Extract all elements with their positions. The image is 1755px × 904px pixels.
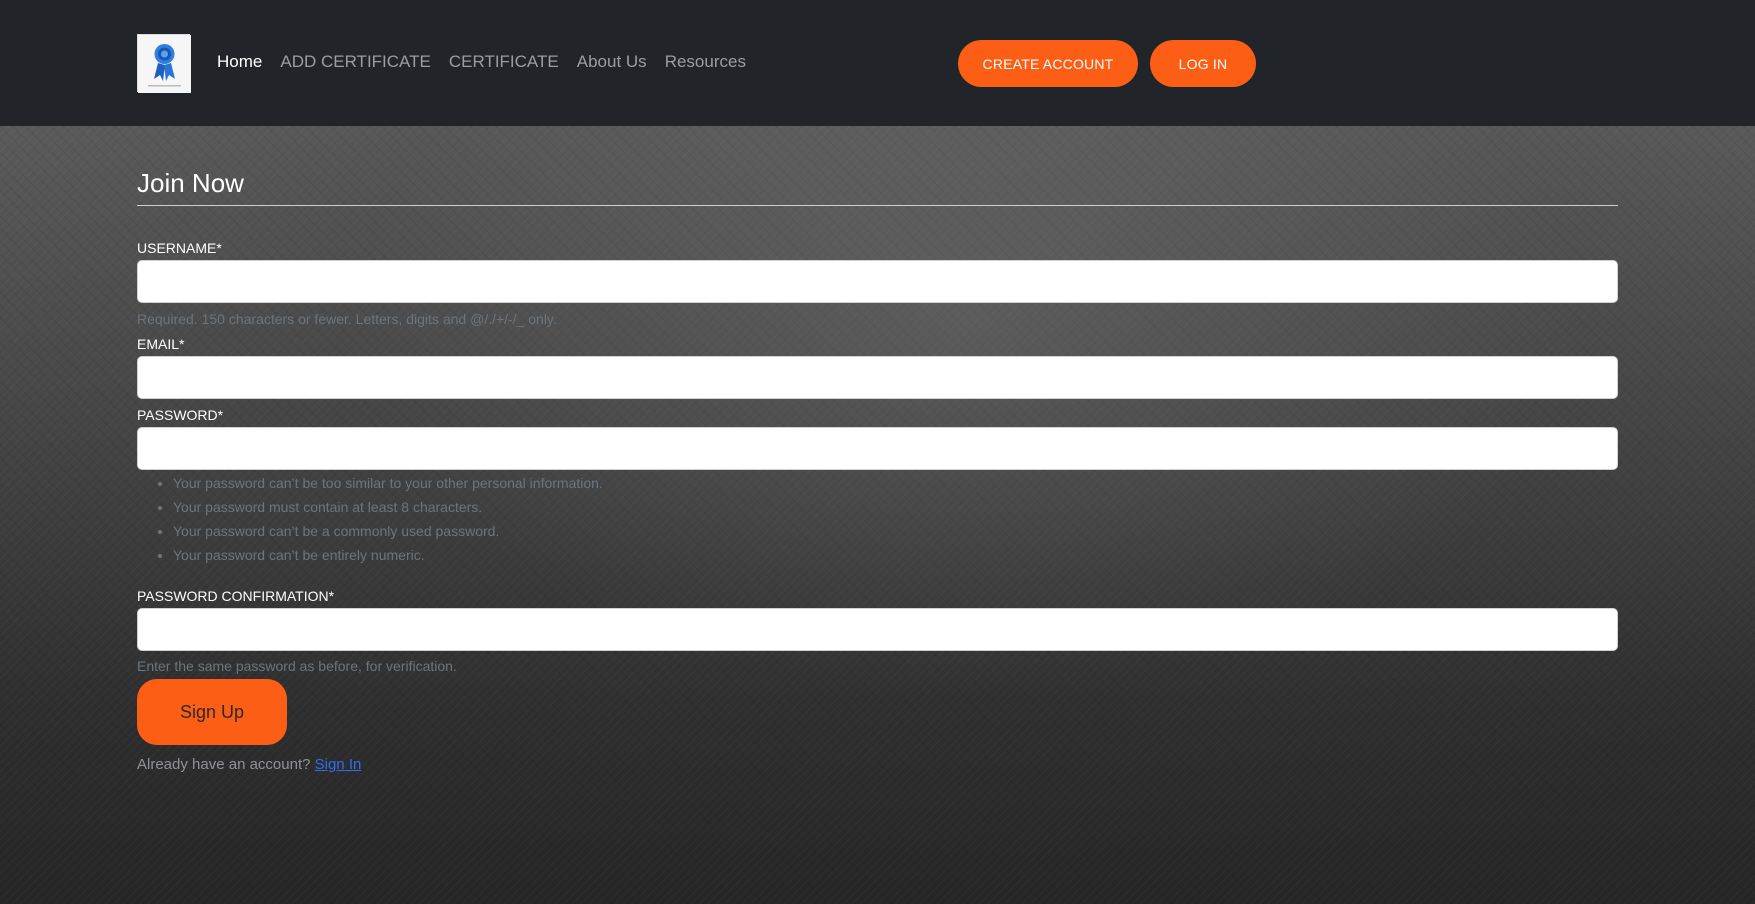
- top-navbar: Home ADD CERTIFICATE CERTIFICATE About U…: [0, 0, 1755, 126]
- certificate-ribbon-icon: [138, 35, 191, 93]
- login-button[interactable]: LOG IN: [1150, 40, 1256, 87]
- nav-home[interactable]: Home: [217, 52, 262, 72]
- already-text: Already have an account?: [137, 756, 311, 773]
- nav-about-us[interactable]: About Us: [577, 52, 647, 72]
- sign-in-link[interactable]: Sign In: [315, 756, 362, 773]
- nav-add-certificate[interactable]: ADD CERTIFICATE: [280, 52, 431, 72]
- username-label: USERNAME*: [137, 240, 222, 256]
- sign-up-button[interactable]: Sign Up: [137, 679, 287, 745]
- signup-form: Join Now USERNAME* Required. 150 charact…: [137, 126, 1618, 773]
- password-confirmation-help: Enter the same password as before, for v…: [137, 658, 457, 674]
- password-input[interactable]: [137, 427, 1618, 470]
- email-label: EMAIL*: [137, 336, 185, 352]
- password-confirmation-label: PASSWORD CONFIRMATION*: [137, 588, 335, 604]
- password-label: PASSWORD*: [137, 407, 224, 423]
- create-account-button[interactable]: CREATE ACCOUNT: [958, 40, 1138, 87]
- site-logo[interactable]: [137, 34, 191, 93]
- nav-resources[interactable]: Resources: [665, 52, 746, 72]
- email-input[interactable]: [137, 356, 1618, 399]
- password-rule: Your password can’t be entirely numeric.: [173, 543, 1618, 567]
- password-rules: Your password can’t be too similar to yo…: [137, 471, 1618, 567]
- password-rule: Your password can’t be too similar to yo…: [173, 471, 1618, 495]
- page-title: Join Now: [137, 168, 1618, 206]
- password-rule: Your password must contain at least 8 ch…: [173, 495, 1618, 519]
- username-help: Required. 150 characters or fewer. Lette…: [137, 311, 557, 327]
- password-confirmation-input[interactable]: [137, 608, 1618, 651]
- already-have-account: Already have an account? Sign In: [137, 756, 1618, 773]
- password-rule: Your password can’t be a commonly used p…: [173, 519, 1618, 543]
- nav-certificate[interactable]: CERTIFICATE: [449, 52, 559, 72]
- main-nav: Home ADD CERTIFICATE CERTIFICATE About U…: [217, 52, 764, 72]
- username-input[interactable]: [137, 260, 1618, 303]
